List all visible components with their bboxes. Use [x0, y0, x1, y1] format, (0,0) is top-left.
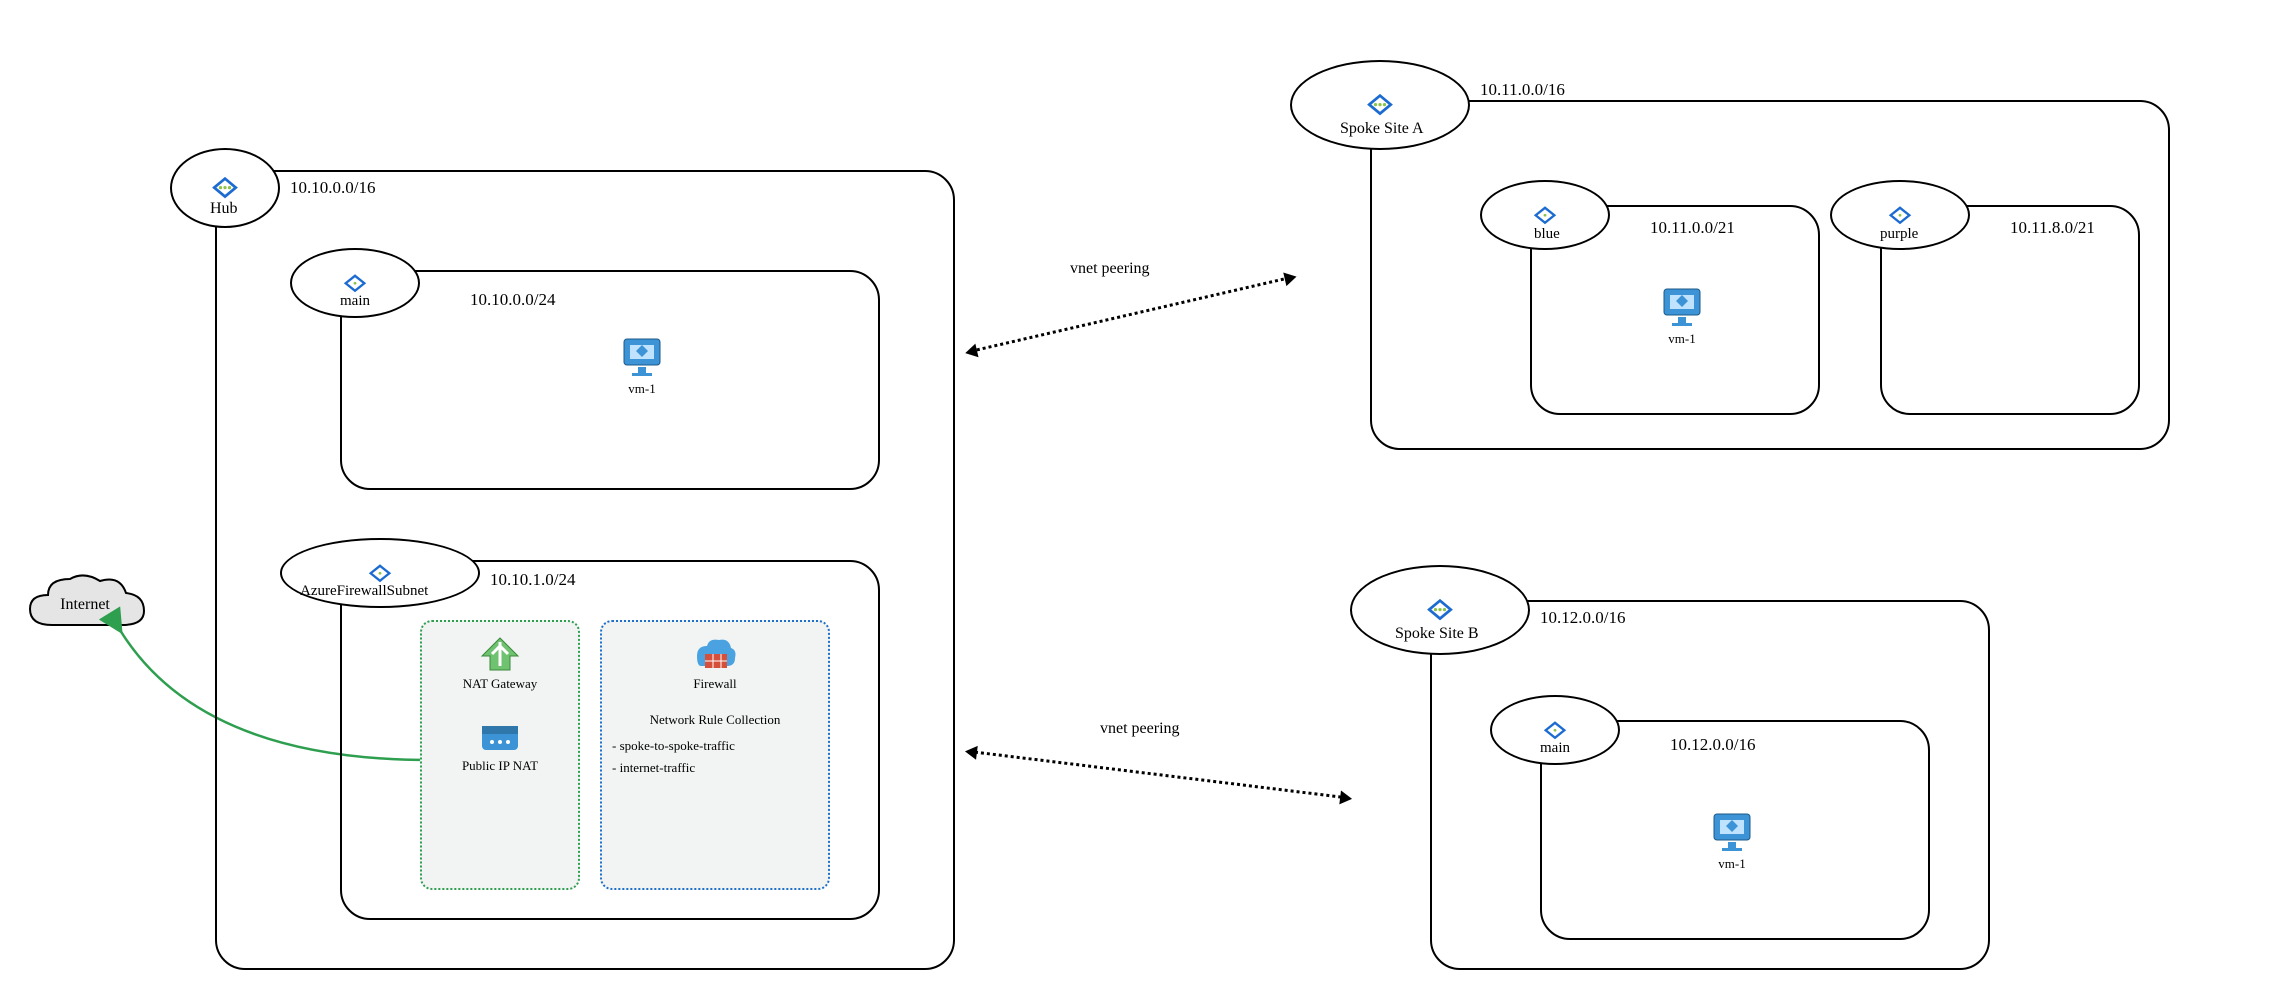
- peering-arrow-b: [970, 750, 1348, 799]
- rule-2: - internet-traffic: [612, 760, 695, 776]
- vm-icon: [1710, 810, 1754, 854]
- vnet-icon: [207, 175, 243, 201]
- firewall-label: Firewall: [693, 676, 736, 692]
- rule-collection-title: Network Rule Collection: [650, 712, 781, 728]
- hub-main-cidr: 10.10.0.0/24: [470, 290, 555, 310]
- subnet-icon: [341, 272, 369, 294]
- hub-main-subnet: [340, 270, 880, 490]
- rule-1: - spoke-to-spoke-traffic: [612, 738, 735, 754]
- spokeb-main-cidr: 10.12.0.0/16: [1670, 735, 1755, 755]
- diagram-root: Internet 10.10.0.0/16 Hub main 10.10.0.0…: [0, 0, 2293, 997]
- peering-label-b: vnet peering: [1100, 720, 1180, 738]
- spokea-name: Spoke Site A: [1340, 120, 1424, 138]
- peering-label-a: vnet peering: [1070, 260, 1150, 278]
- vm-icon: [1660, 285, 1704, 329]
- vnet-icon: [1362, 92, 1398, 118]
- spokea-cidr: 10.11.0.0/16: [1480, 80, 1565, 100]
- nat-gw-label: NAT Gateway: [463, 676, 538, 692]
- firewall: Firewall: [693, 636, 737, 692]
- firewall-icon: [693, 636, 737, 674]
- public-ip: Public IP NAT: [462, 718, 538, 774]
- peering-arrow-a: [970, 276, 1292, 353]
- hub-main-name: main: [340, 293, 370, 310]
- subnet-icon: [366, 562, 394, 584]
- hub-cidr: 10.10.0.0/16: [290, 178, 375, 198]
- hub-name: Hub: [210, 200, 238, 218]
- pip-label: Public IP NAT: [462, 758, 538, 774]
- spokea-purple-cidr: 10.11.8.0/21: [2010, 218, 2095, 238]
- spokeb-main-name: main: [1540, 740, 1570, 757]
- spokea-vm: vm-1: [1660, 285, 1704, 347]
- spokea-blue-cidr: 10.11.0.0/21: [1650, 218, 1735, 238]
- firewall-group: Firewall Network Rule Collection - spoke…: [600, 620, 830, 890]
- nat-group: NAT Gateway Public IP NAT: [420, 620, 580, 890]
- spokeb-name: Spoke Site B: [1395, 625, 1479, 643]
- hub-vm: vm-1: [620, 335, 664, 397]
- subnet-icon: [1886, 204, 1914, 226]
- spokea-vm-label: vm-1: [1668, 331, 1695, 347]
- spokeb-cidr: 10.12.0.0/16: [1540, 608, 1625, 628]
- hub-fw-cidr: 10.10.1.0/24: [490, 570, 575, 590]
- nat-gateway: NAT Gateway: [463, 636, 538, 692]
- hub-vm-label: vm-1: [628, 381, 655, 397]
- nat-gateway-icon: [478, 636, 522, 674]
- subnet-icon: [1531, 204, 1559, 226]
- vm-icon: [620, 335, 664, 379]
- spokeb-vm: vm-1: [1710, 810, 1754, 872]
- pip-icon: [478, 718, 522, 756]
- subnet-icon: [1541, 719, 1569, 741]
- spokeb-vm-label: vm-1: [1718, 856, 1745, 872]
- hub-fw-name: AzureFirewallSubnet: [300, 583, 428, 600]
- vnet-icon: [1422, 597, 1458, 623]
- spokea-purple-name: purple: [1880, 226, 1918, 243]
- spokea-blue-name: blue: [1534, 226, 1560, 243]
